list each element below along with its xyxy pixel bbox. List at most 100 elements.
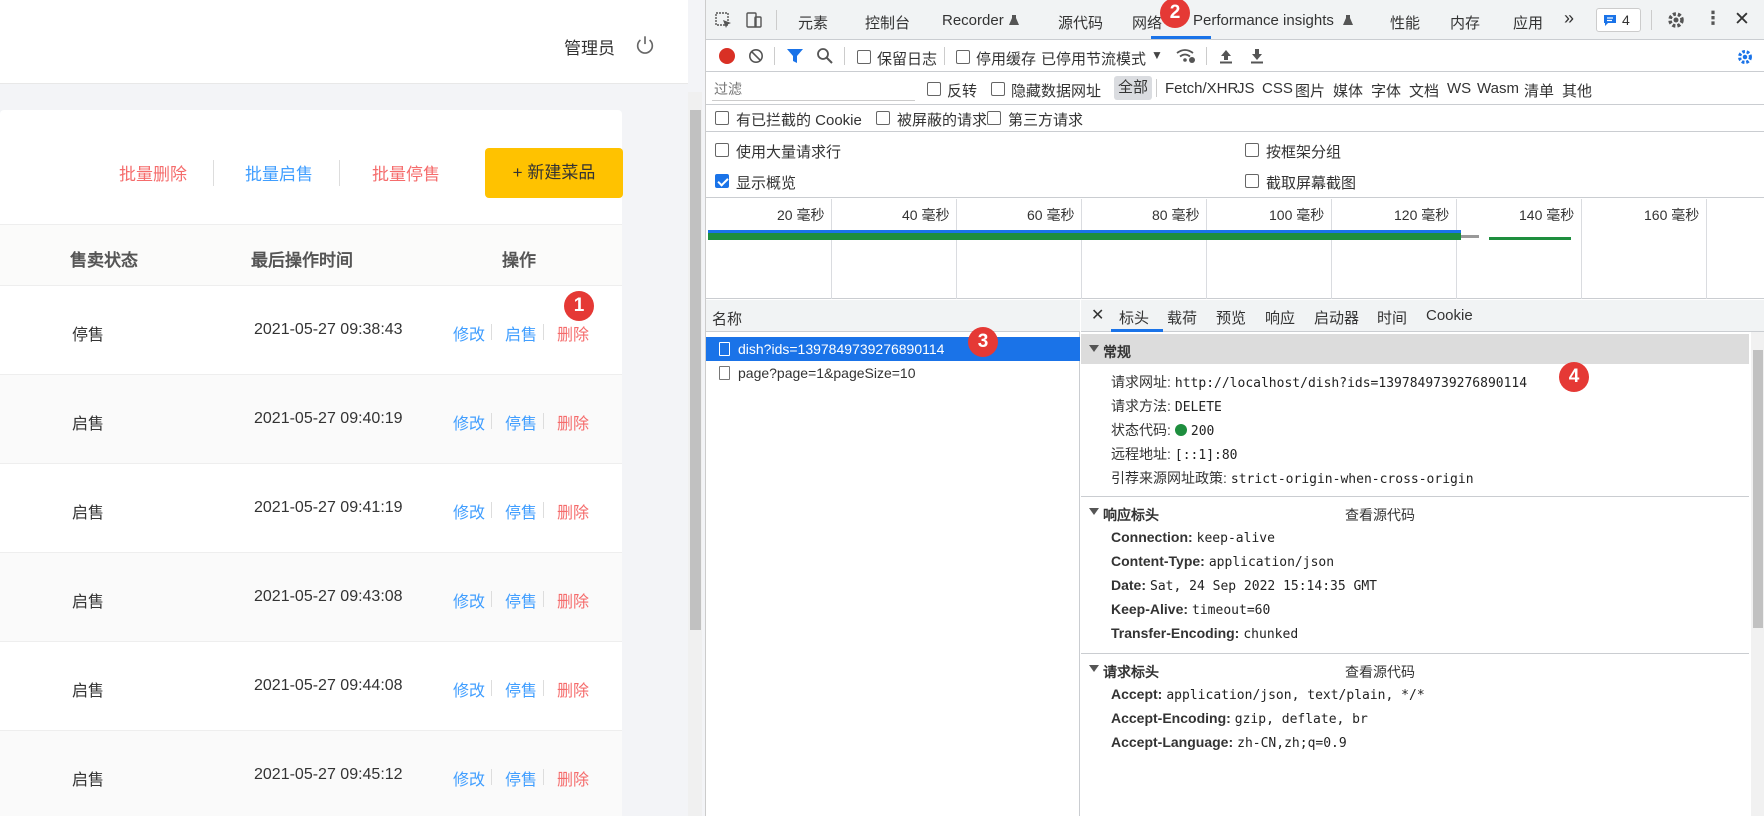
request-row[interactable]: dish?ids=1397849739276890114: [706, 337, 1080, 361]
batch-enable-button[interactable]: 批量启售: [245, 160, 313, 185]
filter-input[interactable]: [712, 77, 915, 101]
big-request-rows-checkbox[interactable]: [715, 143, 729, 157]
type-filter-fetch-xhr[interactable]: Fetch/XHR: [1165, 80, 1238, 97]
new-dish-button[interactable]: + 新建菜品: [485, 148, 623, 198]
type-filter-img[interactable]: 图片: [1295, 80, 1325, 101]
type-filter-js[interactable]: JS: [1237, 80, 1255, 97]
edit-link[interactable]: 修改: [453, 410, 485, 434]
device-toolbar-icon[interactable]: [744, 10, 764, 30]
details-scrollbar[interactable]: [1751, 332, 1764, 816]
type-filter-other[interactable]: 其他: [1562, 80, 1592, 101]
tab-preview[interactable]: 预览: [1216, 307, 1246, 328]
delete-link[interactable]: 删除: [557, 766, 589, 790]
type-filter-doc[interactable]: 文档: [1409, 80, 1439, 101]
edit-link[interactable]: 修改: [453, 499, 485, 523]
type-filter-media[interactable]: 媒体: [1333, 80, 1363, 101]
tab-recorder[interactable]: Recorder: [942, 12, 1004, 29]
capture-screenshots-checkbox[interactable]: [1245, 174, 1259, 188]
general-section-header[interactable]: 常规: [1081, 334, 1749, 364]
preserve-log-checkbox[interactable]: [857, 50, 871, 64]
throttling-select[interactable]: 已停用节流模式: [1041, 48, 1146, 69]
network-overview-timeline[interactable]: 20 毫秒 40 毫秒 60 毫秒 80 毫秒 100 毫秒 120 毫秒 14…: [706, 199, 1764, 299]
type-filter-font[interactable]: 字体: [1371, 80, 1401, 101]
group-by-frame-checkbox[interactable]: [1245, 143, 1259, 157]
type-filter-wasm[interactable]: Wasm: [1477, 80, 1519, 97]
type-filter-ws[interactable]: WS: [1447, 80, 1471, 97]
delete-link[interactable]: 删除: [557, 499, 589, 523]
request-headers-section-header[interactable]: 请求标头 查看源代码: [1081, 654, 1749, 684]
delete-link[interactable]: 删除: [557, 321, 589, 345]
view-source-link[interactable]: 查看源代码: [1345, 505, 1415, 525]
tab-performance-insights[interactable]: Performance insights: [1193, 12, 1334, 29]
show-overview-checkbox[interactable]: [715, 174, 729, 188]
toggle-sale-link[interactable]: 停售: [505, 410, 537, 434]
toggle-sale-link[interactable]: 停售: [505, 677, 537, 701]
close-icon[interactable]: ✕: [1734, 8, 1750, 31]
tab-memory[interactable]: 内存: [1450, 12, 1480, 33]
delete-link[interactable]: 删除: [557, 588, 589, 612]
response-headers-section-header[interactable]: 响应标头 查看源代码: [1081, 497, 1749, 527]
edit-link[interactable]: 修改: [453, 677, 485, 701]
blocked-cookies-checkbox[interactable]: [715, 111, 729, 125]
divider: [1206, 47, 1207, 65]
invert-checkbox[interactable]: [927, 82, 941, 96]
delete-link[interactable]: 删除: [557, 410, 589, 434]
request-row[interactable]: page?page=1&pageSize=10: [706, 361, 1080, 385]
edit-link[interactable]: 修改: [453, 321, 485, 345]
hide-data-urls-checkbox[interactable]: [991, 82, 1005, 96]
toggle-sale-link[interactable]: 启售: [505, 321, 537, 345]
import-har-icon[interactable]: [1218, 48, 1234, 64]
more-options-icon[interactable]: ⋮: [1704, 8, 1722, 29]
toggle-sale-link[interactable]: 停售: [505, 766, 537, 790]
header-value: timeout=60: [1192, 603, 1271, 618]
page-scrollbar[interactable]: [688, 92, 702, 816]
batch-delete-button[interactable]: 批量删除: [119, 160, 187, 185]
scrollbar-thumb[interactable]: [690, 110, 701, 630]
tab-cookies[interactable]: Cookie: [1426, 307, 1473, 324]
batch-disable-button[interactable]: 批量停售: [372, 160, 440, 185]
filter-icon[interactable]: [786, 48, 804, 65]
disable-cache-checkbox[interactable]: [956, 50, 970, 64]
third-party-checkbox[interactable]: [987, 111, 1001, 125]
inspect-element-icon[interactable]: [714, 11, 734, 31]
tab-payload[interactable]: 载荷: [1167, 307, 1197, 328]
document-icon: [719, 366, 730, 380]
chevron-down-icon[interactable]: ▼: [1151, 48, 1163, 62]
type-filter-css[interactable]: CSS: [1262, 80, 1293, 97]
delete-link[interactable]: 删除: [557, 677, 589, 701]
name-column-header[interactable]: 名称: [712, 308, 742, 329]
view-source-link[interactable]: 查看源代码: [1345, 662, 1415, 682]
scrollbar-thumb[interactable]: [1753, 350, 1763, 628]
record-icon[interactable]: [719, 48, 735, 64]
issues-button[interactable]: 4: [1596, 8, 1641, 32]
divider: [543, 324, 544, 340]
tab-response[interactable]: 响应: [1265, 307, 1295, 328]
settings-gear-icon[interactable]: [1666, 10, 1686, 30]
toggle-sale-link[interactable]: 停售: [505, 499, 537, 523]
tab-headers[interactable]: 标头: [1119, 307, 1149, 328]
clear-icon[interactable]: [748, 48, 764, 64]
tab-initiator[interactable]: 启动器: [1314, 307, 1359, 328]
toggle-sale-link[interactable]: 停售: [505, 588, 537, 612]
tab-console[interactable]: 控制台: [865, 12, 910, 33]
power-icon[interactable]: [634, 34, 656, 56]
more-tabs-icon[interactable]: »: [1564, 8, 1574, 29]
type-filter-manifest[interactable]: 清单: [1524, 80, 1554, 101]
admin-name: 管理员: [564, 39, 615, 58]
export-har-icon[interactable]: [1249, 48, 1265, 64]
network-conditions-icon[interactable]: [1176, 48, 1196, 64]
tab-sources[interactable]: 源代码: [1058, 12, 1103, 33]
tab-elements[interactable]: 元素: [798, 12, 828, 33]
search-icon[interactable]: [816, 47, 834, 65]
type-filter-all[interactable]: 全部: [1114, 76, 1152, 100]
network-settings-icon[interactable]: [1736, 48, 1754, 66]
tab-timing[interactable]: 时间: [1377, 307, 1407, 328]
tab-application[interactable]: 应用: [1513, 12, 1543, 33]
tab-performance[interactable]: 性能: [1390, 12, 1420, 33]
edit-link[interactable]: 修改: [453, 588, 485, 612]
header-row: Transfer-Encoding: chunked: [1111, 625, 1298, 642]
blocked-requests-checkbox[interactable]: [876, 111, 890, 125]
tab-network[interactable]: 网络: [1132, 12, 1162, 33]
close-icon[interactable]: ✕: [1091, 305, 1104, 325]
edit-link[interactable]: 修改: [453, 766, 485, 790]
